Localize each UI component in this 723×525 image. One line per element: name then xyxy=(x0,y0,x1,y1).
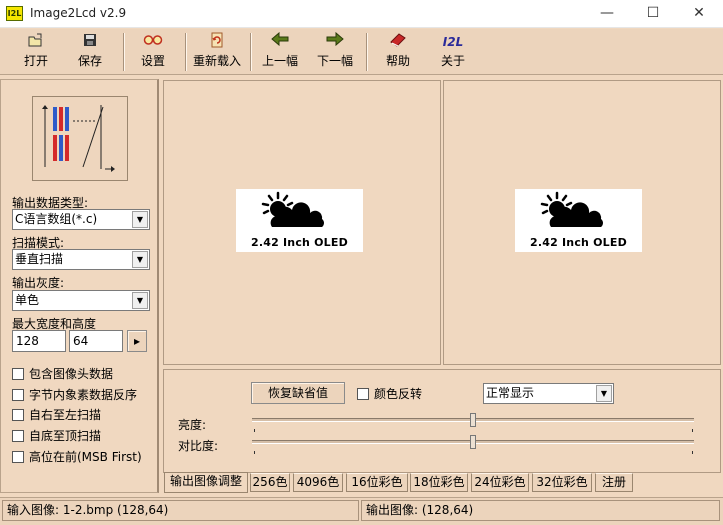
help-button[interactable]: 帮助 xyxy=(376,32,420,72)
checkbox-include-header[interactable]: 包含图像头数据 xyxy=(12,366,113,382)
prev-image-label: 上一幅 xyxy=(261,54,298,68)
prev-image-button[interactable]: 上一幅 xyxy=(258,31,302,72)
display-mode-select[interactable]: 正常显示 ▼ xyxy=(483,383,614,404)
app-icon: I2L xyxy=(6,6,23,21)
tab-256-color[interactable]: 256色 xyxy=(250,473,290,492)
about-label: 关于 xyxy=(440,54,465,68)
tab-output-adjust[interactable]: 输出图像调整 xyxy=(164,472,248,493)
max-width-input[interactable]: 128 xyxy=(12,330,66,352)
restore-default-button[interactable]: 恢复缺省值 xyxy=(251,382,345,404)
next-image-label: 下一幅 xyxy=(316,54,353,68)
chevron-down-icon: ▼ xyxy=(132,211,148,228)
display-mode-value: 正常显示 xyxy=(486,386,535,400)
scan-mode-value: 垂直扫描 xyxy=(15,252,64,266)
checkbox-box xyxy=(357,388,369,400)
checkbox-box xyxy=(12,368,24,380)
arrow-left-icon xyxy=(258,31,302,52)
help-label: 帮助 xyxy=(385,54,410,68)
window-title: Image2Lcd v2.9 xyxy=(30,6,127,20)
output-image-caption: 2.42 Inch OLED xyxy=(530,236,627,249)
contrast-slider-thumb[interactable] xyxy=(470,435,476,449)
checkbox-label: 包含图像头数据 xyxy=(29,367,114,381)
input-image: 2.42 Inch OLED xyxy=(236,189,363,252)
checkbox-reverse-pixel-order[interactable]: 字节内象素数据反序 xyxy=(12,387,137,403)
reload-button[interactable]: 重新载入 xyxy=(190,32,244,72)
input-image-caption: 2.42 Inch OLED xyxy=(251,236,348,249)
brightness-label: 亮度: xyxy=(178,418,207,432)
checkbox-label: 自底至顶扫描 xyxy=(29,429,102,443)
output-type-select[interactable]: C语言数组(*.c) ▼ xyxy=(12,209,150,230)
tab-4096-color[interactable]: 4096色 xyxy=(293,473,343,492)
output-type-value: C语言数组(*.c) xyxy=(15,212,98,226)
chevron-down-icon: ▼ xyxy=(132,292,148,309)
max-height-input[interactable]: 64 xyxy=(69,330,123,352)
checkbox-box xyxy=(12,451,24,463)
toolbar-separator xyxy=(123,33,125,71)
gray-level-value: 单色 xyxy=(15,293,40,307)
chevron-down-icon: ▼ xyxy=(132,251,148,268)
weather-icon xyxy=(540,191,603,227)
toolbar-separator xyxy=(366,33,368,71)
tab-register[interactable]: 注册 xyxy=(595,473,633,492)
status-output-image: 输出图像: (128,64) xyxy=(361,500,720,521)
maximize-button[interactable]: ☐ xyxy=(630,0,676,28)
tab-16bit-color[interactable]: 16位彩色 xyxy=(346,473,408,492)
arrow-right-icon xyxy=(313,31,357,52)
title-bar: I2L Image2Lcd v2.9 — ☐ ✕ xyxy=(0,0,723,28)
settings-label: 设置 xyxy=(140,54,165,68)
reload-icon xyxy=(190,32,244,52)
output-image: 2.42 Inch OLED xyxy=(515,189,642,252)
about-button[interactable]: I2L 关于 xyxy=(431,32,475,72)
checkbox-box xyxy=(12,409,24,421)
close-button[interactable]: ✕ xyxy=(676,0,722,28)
open-folder-icon xyxy=(14,32,58,52)
save-button[interactable]: 保存 xyxy=(68,32,112,72)
contrast-label: 对比度: xyxy=(178,439,219,453)
checkbox-bottom-to-top[interactable]: 自底至顶扫描 xyxy=(12,428,101,444)
tab-24bit-color[interactable]: 24位彩色 xyxy=(471,473,529,492)
tab-18bit-color[interactable]: 18位彩色 xyxy=(410,473,468,492)
toolbar: 打开 保存 设置 重新载入 上一幅 下一幅 帮助 I2L 关于 xyxy=(0,29,723,75)
gray-level-label: 输出灰度: xyxy=(12,276,65,290)
invert-color-label: 颜色反转 xyxy=(374,387,423,401)
weather-icon xyxy=(261,191,324,227)
settings-button[interactable]: 设置 xyxy=(131,32,175,72)
checkbox-box xyxy=(12,430,24,442)
next-image-button[interactable]: 下一幅 xyxy=(313,31,357,72)
reload-label: 重新载入 xyxy=(192,54,241,68)
scan-mode-preview-icon xyxy=(32,96,128,181)
minimize-button[interactable]: — xyxy=(584,0,630,28)
chevron-down-icon: ▼ xyxy=(596,385,612,402)
checkbox-label: 自右至左扫描 xyxy=(29,408,102,422)
status-input-image: 输入图像: 1-2.bmp (128,64) xyxy=(2,500,359,521)
about-logo-icon: I2L xyxy=(442,35,464,49)
checkbox-right-to-left[interactable]: 自右至左扫描 xyxy=(12,407,101,423)
toolbar-separator xyxy=(185,33,187,71)
apply-size-button[interactable]: ▸ xyxy=(127,330,147,352)
glasses-icon xyxy=(131,32,175,52)
slider-tick xyxy=(254,429,255,432)
gray-level-select[interactable]: 单色 ▼ xyxy=(12,290,150,311)
checkbox-label: 高位在前(MSB First) xyxy=(29,450,142,464)
floppy-disk-icon xyxy=(68,32,112,52)
save-label: 保存 xyxy=(77,54,102,68)
brightness-slider-thumb[interactable] xyxy=(470,413,476,427)
open-button[interactable]: 打开 xyxy=(14,32,58,72)
checkbox-label: 字节内象素数据反序 xyxy=(29,388,138,402)
scan-mode-select[interactable]: 垂直扫描 ▼ xyxy=(12,249,150,270)
help-book-icon xyxy=(376,32,420,52)
checkbox-box xyxy=(12,389,24,401)
slider-tick xyxy=(692,451,693,454)
slider-tick xyxy=(692,429,693,432)
tab-32bit-color[interactable]: 32位彩色 xyxy=(532,473,592,492)
invert-color-checkbox[interactable]: 颜色反转 xyxy=(357,386,422,402)
toolbar-separator xyxy=(250,33,252,71)
checkbox-msb-first[interactable]: 高位在前(MSB First) xyxy=(12,449,142,465)
play-arrow-icon: ▸ xyxy=(133,334,141,348)
slider-tick xyxy=(254,451,255,454)
open-label: 打开 xyxy=(23,54,48,68)
